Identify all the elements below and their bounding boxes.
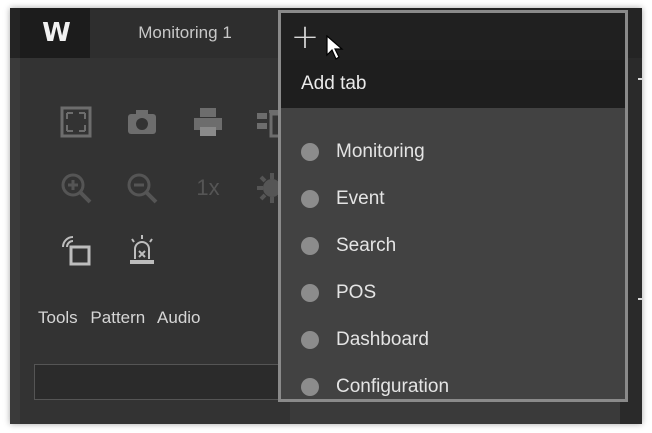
menu-item-label: POS	[336, 281, 377, 303]
tab-type-menu: Monitoring Event Search POS Dashboard Co…	[281, 128, 625, 410]
tab-tools[interactable]: Tools	[38, 308, 78, 327]
zoom-out-icon[interactable]	[122, 168, 162, 208]
bullet-icon	[301, 189, 319, 208]
menu-item-configuration[interactable]: Configuration	[281, 363, 625, 410]
menu-item-pos[interactable]: POS	[281, 269, 625, 316]
tab-audio[interactable]: Audio	[157, 308, 200, 327]
snapshot-icon[interactable]	[122, 102, 162, 142]
divider	[638, 298, 642, 300]
menu-item-dashboard[interactable]: Dashboard	[281, 316, 625, 363]
bullet-icon	[301, 142, 319, 161]
bullet-icon	[301, 377, 319, 396]
zoom-in-icon[interactable]	[56, 168, 96, 208]
bullet-icon	[301, 283, 319, 302]
fullscreen-icon[interactable]	[56, 102, 96, 142]
panel-input[interactable]	[34, 364, 286, 400]
print-icon[interactable]	[188, 102, 228, 142]
menu-item-label: Dashboard	[336, 328, 429, 350]
tab-monitoring-1[interactable]: Monitoring 1	[90, 8, 280, 58]
bullet-icon	[301, 236, 319, 255]
alarm-icon[interactable]	[122, 230, 162, 270]
menu-item-label: Monitoring	[336, 140, 425, 162]
add-tab-popup: + Add tab Monitoring Event Search POS Da…	[278, 10, 628, 402]
plus-icon[interactable]: +	[281, 13, 329, 60]
bullet-icon	[301, 330, 319, 349]
panel-tabs: Tools Pattern Audio	[38, 308, 209, 328]
app-logo: W	[20, 8, 90, 58]
side-panel: 1x Tools Pattern Audio	[20, 58, 290, 424]
mouse-cursor-icon	[326, 35, 344, 60]
popup-header: Add tab	[281, 60, 625, 108]
app-window: W Monitoring 1 1x Tools Pattern Audio + …	[10, 8, 642, 424]
popup-tab-strip: +	[281, 13, 625, 60]
tab-pattern[interactable]: Pattern	[90, 308, 145, 327]
divider	[638, 78, 642, 80]
menu-item-monitoring[interactable]: Monitoring	[281, 128, 625, 175]
layer-icon[interactable]	[56, 230, 96, 270]
menu-item-label: Configuration	[336, 375, 450, 397]
menu-item-label: Event	[336, 187, 385, 209]
menu-item-label: Search	[336, 234, 397, 256]
menu-item-event[interactable]: Event	[281, 175, 625, 222]
menu-item-search[interactable]: Search	[281, 222, 625, 269]
original-size-icon[interactable]: 1x	[188, 168, 228, 208]
